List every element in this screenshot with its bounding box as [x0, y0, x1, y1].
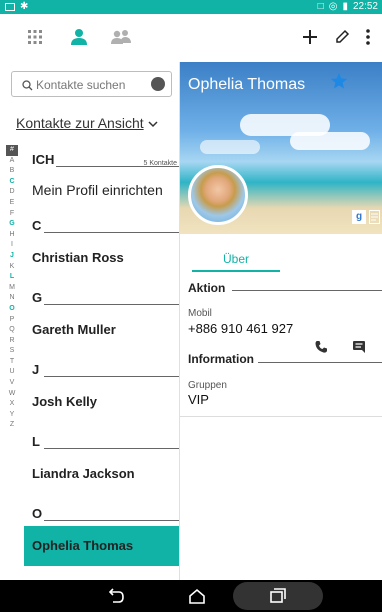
section-title-action: Aktion [188, 281, 226, 295]
message-icon[interactable] [352, 340, 366, 359]
alphabet-index-letter[interactable]: H [6, 230, 18, 241]
alphabet-index-letter[interactable]: X [6, 399, 18, 410]
alphabet-index-letter[interactable]: J [6, 251, 18, 262]
contacts-app: ✱ □ ◎ ▮ 22:52 Kontakte suchen Kontakte z… [0, 0, 382, 612]
alphabet-index-letter[interactable]: E [6, 198, 18, 209]
grid-icon[interactable] [28, 26, 42, 48]
alphabet-index-letter[interactable]: P [6, 315, 18, 326]
groups-value: VIP [188, 392, 209, 407]
alphabet-index-letter[interactable]: U [6, 367, 18, 378]
section-header-c: C [24, 214, 179, 233]
add-icon[interactable] [302, 26, 318, 48]
google-account-icon: g [352, 210, 366, 224]
contact-row-ophelia-thomas[interactable]: Ophelia Thomas [24, 526, 179, 566]
contact-row-josh-kelly[interactable]: Josh Kelly [24, 384, 179, 422]
battery-icon: ▮ [342, 1, 348, 12]
alphabet-index-letter[interactable]: I [6, 240, 18, 251]
wifi-icon: ◎ [328, 1, 338, 12]
contact-row-christian-ross[interactable]: Christian Ross [24, 240, 179, 278]
person-icon[interactable] [70, 26, 88, 48]
cover-photo: Ophelia Thomas g [180, 62, 382, 234]
alphabet-index-letter[interactable]: W [6, 389, 18, 400]
alphabet-index-letter[interactable]: F [6, 209, 18, 220]
alphabet-index-letter[interactable]: R [6, 336, 18, 347]
clock: 22:52 [352, 1, 378, 12]
alphabet-index-letter[interactable]: C [6, 177, 18, 188]
status-bar: ✱ □ ◎ ▮ 22:52 [0, 0, 382, 14]
vibrate-icon: □ [317, 1, 324, 12]
contact-row-liandra-jackson[interactable]: Liandra Jackson [24, 456, 179, 494]
contact-avatar [188, 165, 248, 225]
contact-detail: Ophelia Thomas g Über Aktion Mobil +886 … [180, 62, 382, 578]
phone-number[interactable]: +886 910 461 927 [188, 321, 293, 336]
edit-icon[interactable] [334, 26, 350, 48]
more-vert-icon[interactable] [366, 26, 370, 48]
toolbar [0, 14, 382, 60]
section-header-o: O [24, 502, 179, 521]
home-icon[interactable] [186, 587, 208, 605]
groups-label: Gruppen [188, 380, 227, 391]
notification-icon: ✱ [20, 1, 29, 12]
section-header-me: ICH 5 Kontakte [24, 148, 179, 167]
view-filter-dropdown[interactable]: Kontakte zur Ansicht [16, 115, 158, 131]
alphabet-index-letter[interactable]: L [6, 272, 18, 283]
section-header-l: L [24, 430, 179, 449]
contact-name: Ophelia Thomas [188, 76, 306, 93]
contact-row-gareth-muller[interactable]: Gareth Muller [24, 312, 179, 350]
people-icon[interactable] [110, 26, 132, 48]
section-header-g: G [24, 286, 179, 305]
search-input[interactable]: Kontakte suchen [11, 71, 172, 97]
alphabet-index[interactable]: # A B C D E F G H I J K L M N O P Q R S T U V W X Y Z [6, 145, 18, 431]
alphabet-index-letter[interactable]: K [6, 262, 18, 273]
setup-profile-row[interactable]: Mein Profil einrichten [24, 172, 179, 210]
back-icon[interactable] [105, 587, 127, 605]
screenshot-icon [5, 3, 15, 11]
view-filter-label: Kontakte zur Ansicht [16, 115, 144, 131]
favorite-star-icon[interactable] [330, 72, 348, 95]
alphabet-index-letter[interactable]: # [6, 145, 18, 156]
navigation-bar [0, 580, 382, 612]
alphabet-index-letter[interactable]: Z [6, 420, 18, 431]
alphabet-index-letter[interactable]: O [6, 304, 18, 315]
setup-profile-label: Mein Profil einrichten [32, 182, 163, 198]
section-title-information: Information [188, 352, 254, 366]
alphabet-index-letter[interactable]: M [6, 283, 18, 294]
tab-about[interactable]: Über [192, 248, 280, 272]
card-icon [369, 210, 380, 224]
phone-label: Mobil [188, 308, 212, 319]
section-letter: ICH [32, 152, 55, 167]
alphabet-index-letter[interactable]: V [6, 378, 18, 389]
voice-search-icon[interactable] [151, 77, 165, 91]
alphabet-index-letter[interactable]: D [6, 187, 18, 198]
tab-indicator [192, 270, 280, 272]
alphabet-index-letter[interactable]: N [6, 293, 18, 304]
alphabet-index-letter[interactable]: S [6, 346, 18, 357]
alphabet-index-letter[interactable]: G [6, 219, 18, 230]
alphabet-index-letter[interactable]: T [6, 357, 18, 368]
alphabet-index-letter[interactable]: B [6, 166, 18, 177]
chevron-down-icon [148, 115, 158, 131]
alphabet-index-letter[interactable]: A [6, 156, 18, 167]
recent-apps-icon[interactable] [267, 587, 289, 605]
search-icon [22, 78, 33, 96]
search-placeholder: Kontakte suchen [36, 78, 126, 92]
phone-icon[interactable] [314, 340, 328, 359]
alphabet-index-letter[interactable]: Q [6, 325, 18, 336]
section-header-j: J [24, 358, 179, 377]
alphabet-index-letter[interactable]: Y [6, 410, 18, 421]
